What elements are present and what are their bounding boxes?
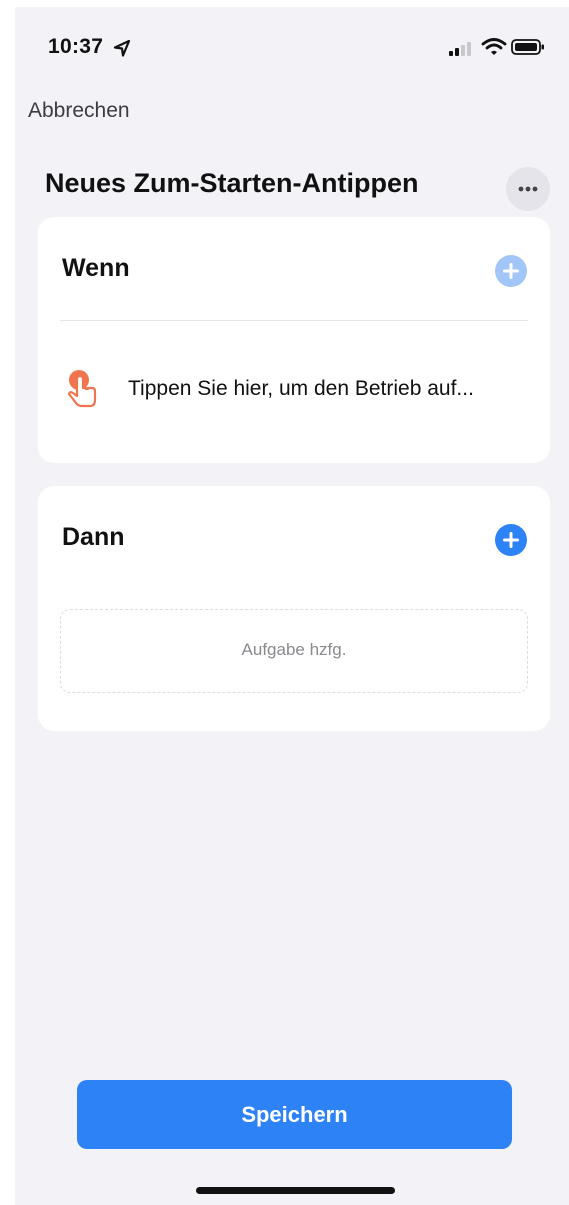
status-time: 10:37 [48, 35, 104, 58]
cellular-signal-icon [449, 42, 471, 56]
when-heading: Wenn [62, 254, 130, 282]
add-task-button[interactable]: Aufgabe hzfg. [60, 609, 528, 693]
cancel-button[interactable]: Abbrechen [28, 99, 130, 123]
then-heading: Dann [62, 523, 125, 551]
when-card: Wenn Tippen Sie hier, um den Betrieb auf… [38, 217, 550, 463]
app-screen: 10:37 Abbrechen Neues Zum-Starten-Antipp… [15, 7, 569, 1205]
wifi-icon [481, 38, 507, 55]
save-button[interactable]: Speichern [77, 1080, 512, 1149]
add-task-label: Aufgabe hzfg. [241, 640, 347, 659]
tap-hand-icon [67, 370, 97, 408]
ellipsis-icon [518, 186, 538, 192]
divider [60, 320, 528, 321]
then-card: Dann Aufgabe hzfg. [38, 486, 550, 731]
status-bar: 10:37 [15, 7, 569, 77]
trigger-description: Tippen Sie hier, um den Betrieb auf... [128, 377, 474, 400]
add-condition-button[interactable] [494, 254, 528, 288]
battery-icon [511, 39, 544, 55]
more-options-button[interactable] [506, 167, 550, 211]
add-action-button[interactable] [494, 523, 528, 557]
location-arrow-icon [113, 39, 131, 57]
trigger-row[interactable]: Tippen Sie hier, um den Betrieb auf... [60, 357, 528, 427]
home-indicator [196, 1187, 395, 1194]
page-title: Neues Zum-Starten-Antippen [45, 168, 419, 198]
